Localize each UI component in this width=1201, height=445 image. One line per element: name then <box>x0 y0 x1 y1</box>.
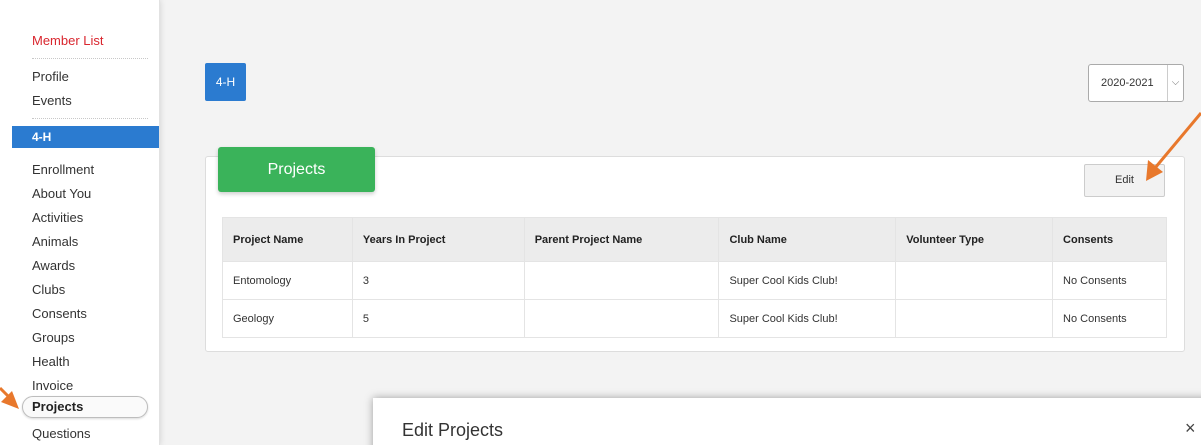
table-cell: No Consents <box>1052 261 1167 300</box>
sidebar-item-enrollment[interactable]: Enrollment <box>32 161 94 178</box>
sidebar-item-about-you[interactable]: About You <box>32 185 91 202</box>
projects-table: Project Name Years In Project Parent Pro… <box>222 217 1167 338</box>
table-cell: Super Cool Kids Club! <box>718 299 897 338</box>
sidebar-item-groups[interactable]: Groups <box>32 329 75 346</box>
edit-projects-modal: Edit Projects × <box>373 398 1201 445</box>
table-row: Geology 5 Super Cool Kids Club! No Conse… <box>222 299 1167 338</box>
sidebar-item-member-list[interactable]: Member List <box>32 32 104 49</box>
table-cell: Geology <box>222 299 353 338</box>
year-select[interactable]: 2020-2021 ⌵ <box>1088 64 1184 102</box>
table-cell: 5 <box>351 299 525 338</box>
column-header-parent-project-name: Parent Project Name <box>523 217 720 262</box>
year-select-value: 2020-2021 <box>1101 77 1154 89</box>
table-cell: Super Cool Kids Club! <box>718 261 897 300</box>
sidebar-item-clubs[interactable]: Clubs <box>32 281 65 298</box>
sidebar-divider <box>32 118 148 119</box>
sidebar-item-invoice[interactable]: Invoice <box>32 377 73 394</box>
table-cell: Entomology <box>222 261 353 300</box>
sidebar-item-activities[interactable]: Activities <box>32 209 83 226</box>
column-header-years-in-project: Years In Project <box>351 217 525 262</box>
table-cell: No Consents <box>1052 299 1167 338</box>
sidebar-item-animals[interactable]: Animals <box>32 233 78 250</box>
table-cell: 3 <box>351 261 525 300</box>
sidebar-item-events[interactable]: Events <box>32 92 72 109</box>
sidebar: Member List Profile Events 4-H Enrollmen… <box>0 0 160 445</box>
sidebar-item-consents[interactable]: Consents <box>32 305 87 322</box>
projects-card-title: Projects <box>218 147 375 192</box>
sidebar-item-profile[interactable]: Profile <box>32 68 69 85</box>
sidebar-item-questions[interactable]: Questions <box>32 425 91 442</box>
table-header-row: Project Name Years In Project Parent Pro… <box>222 217 1167 262</box>
modal-title: Edit Projects <box>402 420 504 440</box>
column-header-project-name: Project Name <box>222 217 353 262</box>
table-cell <box>895 299 1054 338</box>
column-header-club-name: Club Name <box>718 217 897 262</box>
sidebar-item-projects-label: Projects <box>32 399 84 414</box>
sidebar-section-4h[interactable]: 4-H <box>12 126 159 148</box>
column-header-volunteer-type: Volunteer Type <box>895 217 1054 262</box>
sidebar-item-awards[interactable]: Awards <box>32 257 75 274</box>
column-header-consents: Consents <box>1052 217 1167 262</box>
program-badge[interactable]: 4-H <box>205 63 246 101</box>
table-cell <box>523 261 720 300</box>
chevron-down-icon: ⌵ <box>1167 65 1183 101</box>
close-icon[interactable]: × <box>1185 418 1196 439</box>
table-cell <box>895 261 1054 300</box>
edit-button[interactable]: Edit <box>1084 164 1165 197</box>
sidebar-divider <box>32 58 148 59</box>
table-cell <box>523 299 720 338</box>
sidebar-item-health[interactable]: Health <box>32 353 70 370</box>
table-row: Entomology 3 Super Cool Kids Club! No Co… <box>222 261 1167 300</box>
